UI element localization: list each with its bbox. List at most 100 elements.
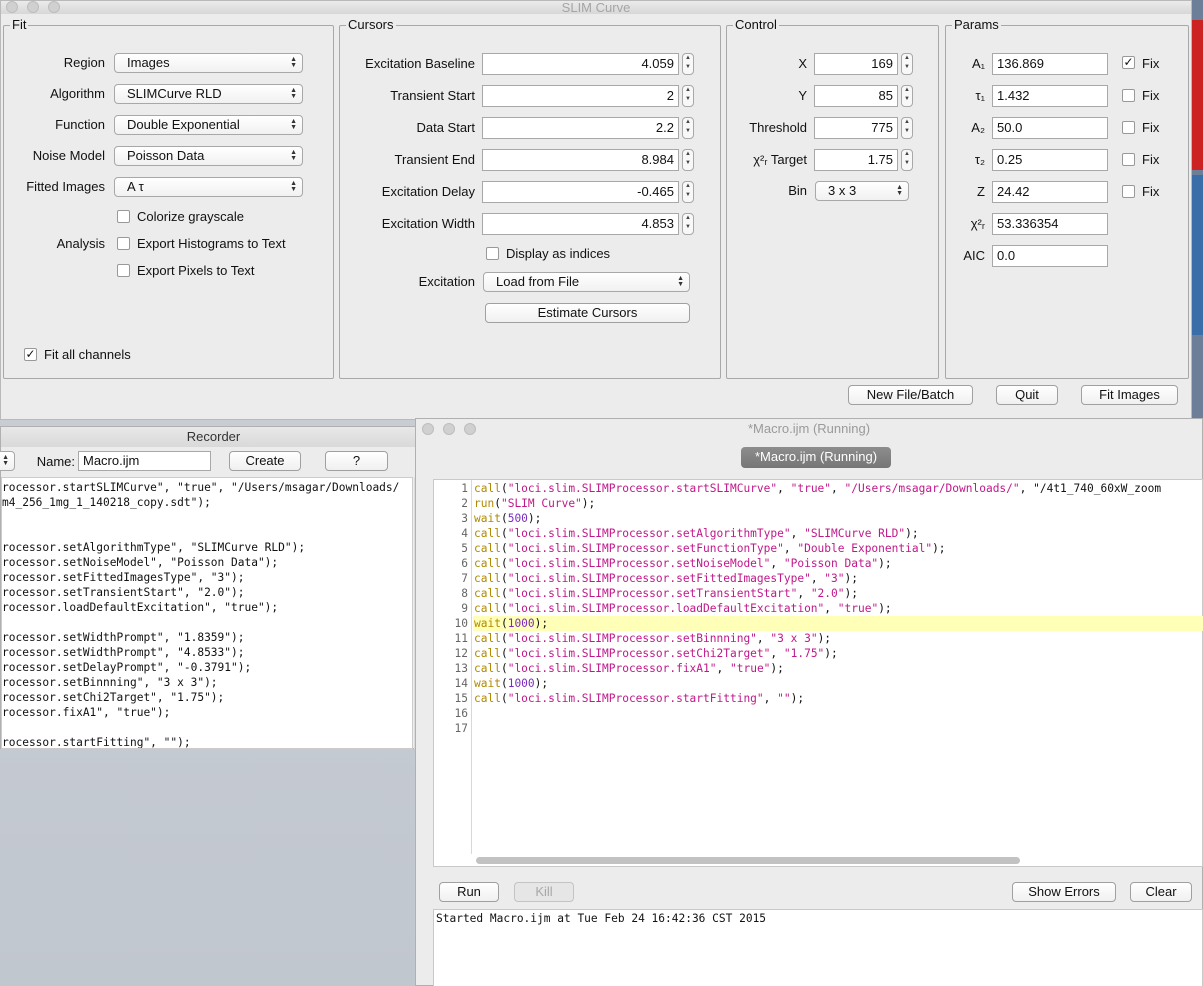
excitation-baseline-field[interactable]: 4.059 — [482, 53, 679, 75]
estimate-cursors-button[interactable]: Estimate Cursors — [485, 303, 690, 323]
cursor-label: Data Start — [416, 120, 475, 135]
code-editor[interactable]: 1 2 3 4 5 6 7 8 9 10 11 12 13 14 15 16 17 call("loci.sli… — [433, 479, 1203, 867]
recorder-line — [2, 615, 412, 630]
run-button[interactable]: Run — [439, 882, 499, 902]
transient-start-stepper[interactable]: ▲ ▼ — [682, 85, 694, 107]
new-file-batch-button[interactable]: New File/Batch — [848, 385, 973, 405]
excitation-width-field[interactable]: 4.853 — [482, 213, 679, 235]
noise-model-select[interactable]: Poisson Data ▲ ▼ — [114, 146, 303, 166]
a1-field[interactable]: 136.869 — [992, 53, 1108, 75]
name-field[interactable]: Macro.ijm — [78, 451, 211, 471]
select-arrows-icon: ▲ ▼ — [896, 184, 903, 197]
fix-label: Fix — [1142, 152, 1160, 167]
code-line: call("loci.slim.SLIMProcessor.setNoiseMo… — [474, 557, 892, 570]
chi-target-field[interactable]: 1.75 — [814, 149, 898, 171]
y-field[interactable]: 85 — [814, 85, 898, 107]
kill-button[interactable]: Kill — [514, 882, 574, 902]
recorder-line: rocessor.fixA1", "true"); — [2, 706, 171, 719]
tau1-field[interactable]: 1.432 — [992, 85, 1108, 107]
fix-tau1-checkbox[interactable] — [1122, 89, 1135, 102]
code-line: wait(1000); — [473, 616, 1203, 631]
param-label: A₂ — [971, 120, 985, 135]
select-arrows-icon: ▲ ▼ — [677, 275, 684, 288]
quit-button[interactable]: Quit — [996, 385, 1058, 405]
excitation-select[interactable]: Load from File ▲ ▼ — [483, 272, 690, 292]
close-window-button[interactable] — [422, 423, 434, 435]
z-field[interactable]: 24.42 — [992, 181, 1108, 203]
recorder-line — [2, 525, 412, 540]
code-text[interactable]: call("loci.slim.SLIMProcessor.startSLIMC… — [473, 480, 1203, 854]
language-select[interactable]: ▲ ▼ — [0, 451, 15, 471]
select-arrows-icon: ▲ ▼ — [290, 118, 297, 131]
code-line: call("loci.slim.SLIMProcessor.setBinnnin… — [474, 632, 832, 645]
aic-label: AIC — [963, 248, 985, 263]
code-line: run("SLIM Curve"); — [474, 497, 596, 510]
y-stepper[interactable]: ▲ ▼ — [901, 85, 913, 107]
minimize-window-button[interactable] — [443, 423, 455, 435]
show-errors-button[interactable]: Show Errors — [1012, 882, 1116, 902]
recorder-text-area[interactable]: rocessor.startSLIMCurve", "true", "/User… — [1, 477, 413, 749]
fit-group-title: Fit — [10, 17, 29, 32]
colorize-grayscale-label: Colorize grayscale — [137, 209, 244, 224]
select-arrows-icon: ▲ ▼ — [290, 180, 297, 193]
checkmark-icon: ✓ — [25, 347, 36, 361]
recorder-line: rocessor.loadDefaultExcitation", "true")… — [2, 601, 279, 614]
line-number: 3 — [461, 512, 468, 525]
code-line: call("loci.slim.SLIMProcessor.setFittedI… — [474, 572, 858, 585]
fix-a1-checkbox[interactable]: ✓ — [1122, 56, 1135, 69]
fitted-images-select[interactable]: A τ ▲ ▼ — [114, 177, 303, 197]
display-indices-checkbox[interactable] — [486, 247, 499, 260]
tau2-field[interactable]: 0.25 — [992, 149, 1108, 171]
excitation-width-stepper[interactable]: ▲ ▼ — [682, 213, 694, 235]
clear-button[interactable]: Clear — [1130, 882, 1192, 902]
select-arrows-icon: ▲ ▼ — [2, 454, 9, 467]
transient-start-field[interactable]: 2 — [482, 85, 679, 107]
data-start-stepper[interactable]: ▲ ▼ — [682, 117, 694, 139]
fix-tau2-checkbox[interactable] — [1122, 153, 1135, 166]
transient-end-field[interactable]: 8.984 — [482, 149, 679, 171]
recorder-line: rocessor.setNoiseModel", "Poisson Data")… — [2, 556, 279, 569]
transient-end-stepper[interactable]: ▲ ▼ — [682, 149, 694, 171]
zoom-window-button[interactable] — [464, 423, 476, 435]
region-select[interactable]: Images ▲ ▼ — [114, 53, 303, 73]
function-select[interactable]: Double Exponential ▲ ▼ — [114, 115, 303, 135]
chi-value-field[interactable]: 53.336354 — [992, 213, 1108, 235]
export-pixels-checkbox[interactable] — [117, 264, 130, 277]
threshold-stepper[interactable]: ▲ ▼ — [901, 117, 913, 139]
bin-select[interactable]: 3 x 3 ▲ ▼ — [815, 181, 909, 201]
x-stepper[interactable]: ▲ ▼ — [901, 53, 913, 75]
recorder-line: rocessor.setFittedImagesType", "3"); — [2, 571, 245, 584]
line-number: 4 — [461, 527, 468, 540]
minimize-window-button[interactable] — [27, 1, 39, 13]
threshold-field[interactable]: 775 — [814, 117, 898, 139]
recorder-line: rocessor.setDelayPrompt", "-0.3791"); — [2, 661, 252, 674]
code-line: wait(1000); — [474, 677, 549, 690]
a2-field[interactable]: 50.0 — [992, 117, 1108, 139]
fit-all-channels-checkbox[interactable]: ✓ — [24, 348, 37, 361]
export-histograms-checkbox[interactable] — [117, 237, 130, 250]
export-histograms-label: Export Histograms to Text — [137, 236, 286, 251]
create-button[interactable]: Create — [229, 451, 301, 471]
excitation-delay-field[interactable]: -0.465 — [482, 181, 679, 203]
colorize-grayscale-checkbox[interactable] — [117, 210, 130, 223]
aic-field[interactable]: 0.0 — [992, 245, 1108, 267]
algorithm-label: Algorithm — [50, 86, 105, 101]
data-start-field[interactable]: 2.2 — [482, 117, 679, 139]
fix-a2-checkbox[interactable] — [1122, 121, 1135, 134]
export-pixels-label: Export Pixels to Text — [137, 263, 255, 278]
tab-macro[interactable]: *Macro.ijm (Running) — [741, 447, 891, 468]
x-field[interactable]: 169 — [814, 53, 898, 75]
chi-target-stepper[interactable]: ▲ ▼ — [901, 149, 913, 171]
excitation-delay-stepper[interactable]: ▲ ▼ — [682, 181, 694, 203]
output-console[interactable]: Started Macro.ijm at Tue Feb 24 16:42:36… — [433, 909, 1203, 986]
horizontal-scrollbar[interactable] — [474, 856, 1202, 866]
help-button[interactable]: ? — [325, 451, 388, 471]
algorithm-select[interactable]: SLIMCurve RLD ▲ ▼ — [114, 84, 303, 104]
line-number: 15 — [454, 692, 468, 705]
excitation-baseline-stepper[interactable]: ▲ ▼ — [682, 53, 694, 75]
fix-z-checkbox[interactable] — [1122, 185, 1135, 198]
fit-images-button[interactable]: Fit Images — [1081, 385, 1178, 405]
window-title: SLIM Curve — [561, 0, 631, 15]
zoom-window-button[interactable] — [48, 1, 60, 13]
close-window-button[interactable] — [6, 1, 18, 13]
